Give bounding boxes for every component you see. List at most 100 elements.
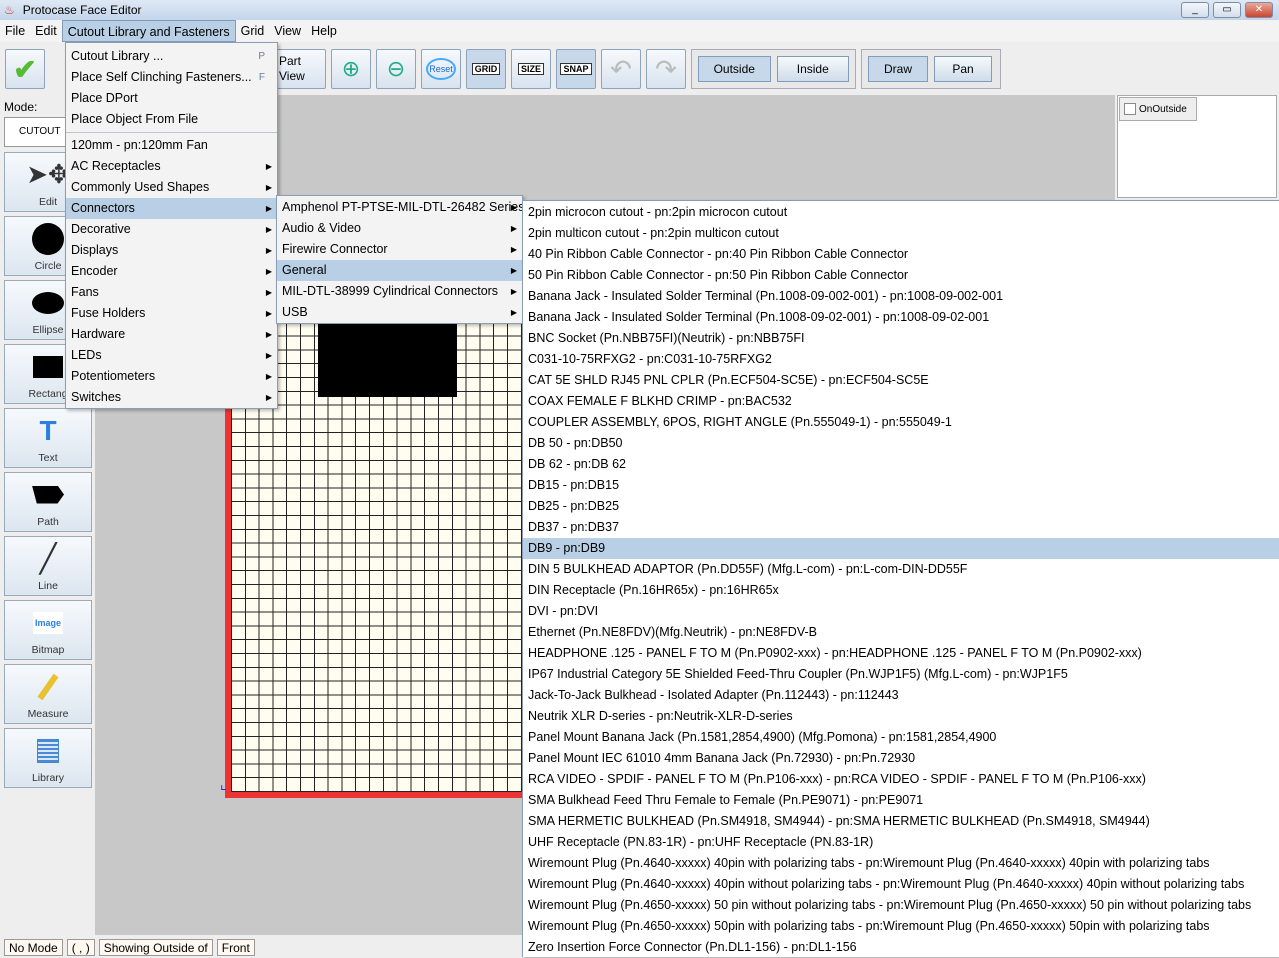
menu-item[interactable]: Hardware ▶: [66, 324, 277, 345]
menu-item[interactable]: Displays ▶: [66, 240, 277, 261]
menu-item[interactable]: Banana Jack - Insulated Solder Terminal …: [523, 307, 1279, 328]
menu-item[interactable]: Panel Mount Banana Jack (Pn.1581,2854,49…: [523, 727, 1279, 748]
menu-item[interactable]: Encoder ▶: [66, 261, 277, 282]
menu-item[interactable]: SMA Bulkhead Feed Thru Female to Female …: [523, 790, 1279, 811]
menu-item[interactable]: Wiremount Plug (Pn.4650-xxxxx) 50pin wit…: [523, 916, 1279, 937]
rectangle-cutout-shape[interactable]: [318, 323, 457, 397]
menu-help[interactable]: Help: [306, 20, 342, 42]
menu-cutout-library[interactable]: Cutout Library and Fasteners: [61, 20, 236, 42]
menu-item[interactable]: HEADPHONE .125 - PANEL F TO M (Pn.P0902-…: [523, 643, 1279, 664]
close-button[interactable]: ✕: [1245, 2, 1273, 18]
tool-bitmap[interactable]: Image Bitmap: [4, 600, 92, 660]
pan-button[interactable]: Pan: [934, 56, 992, 82]
menu-item-label: 50 Pin Ribbon Cable Connector - pn:50 Pi…: [528, 268, 909, 282]
onoutside-checkbox[interactable]: OnOutside: [1119, 97, 1197, 121]
menu-item[interactable]: MIL-DTL-38999 Cylindrical Connectors ▶: [277, 281, 522, 302]
zoom-in-button[interactable]: ⊕: [331, 49, 371, 89]
menu-item[interactable]: Fuse Holders ▶: [66, 303, 277, 324]
menu-file[interactable]: File: [0, 20, 30, 42]
menu-item[interactable]: COUPLER ASSEMBLY, 6POS, RIGHT ANGLE (Pn.…: [523, 412, 1279, 433]
menu-item[interactable]: Audio & Video ▶: [277, 218, 522, 239]
menu-item[interactable]: Fans ▶: [66, 282, 277, 303]
menu-item[interactable]: DB9 - pn:DB9: [523, 538, 1279, 559]
menu-item[interactable]: Place Self Clinching Fasteners... F: [66, 67, 277, 88]
menu-item[interactable]: Amphenol PT-PTSE-MIL-DTL-26482 Series ▶: [277, 197, 524, 218]
menu-item-label: Commonly Used Shapes: [71, 180, 210, 194]
menu-item-label: 2pin multicon cutout - pn:2pin multicon …: [528, 226, 779, 240]
menu-item-label: DB37 - pn:DB37: [528, 520, 620, 534]
menu-item[interactable]: DB 62 - pn:DB 62: [523, 454, 1279, 475]
minimize-button[interactable]: _: [1181, 2, 1209, 18]
part-view-button[interactable]: Part View: [276, 49, 326, 89]
menu-item[interactable]: DIN 5 BULKHEAD ADAPTOR (Pn.DD55F) (Mfg.L…: [523, 559, 1279, 580]
menu-item[interactable]: 120mm - pn:120mm Fan: [66, 135, 277, 156]
menu-item[interactable]: IP67 Industrial Category 5E Shielded Fee…: [523, 664, 1279, 685]
tool-measure[interactable]: Measure: [4, 664, 92, 724]
menu-item[interactable]: COAX FEMALE F BLKHD CRIMP - pn:BAC532: [523, 391, 1279, 412]
menu-item[interactable]: DB25 - pn:DB25: [523, 496, 1279, 517]
menu-item[interactable]: General ▶: [277, 260, 522, 281]
menu-item[interactable]: 40 Pin Ribbon Cable Connector - pn:40 Pi…: [523, 244, 1279, 265]
zoom-out-button[interactable]: ⊖: [376, 49, 416, 89]
menu-item[interactable]: BNC Socket (Pn.NBB75FI)(Neutrik) - pn:NB…: [523, 328, 1279, 349]
menu-item[interactable]: Cutout Library ... P: [66, 46, 277, 67]
menu-item[interactable]: Place Object From File: [66, 109, 277, 130]
menu-item[interactable]: C031-10-75RFXG2 - pn:C031-10-75RFXG2: [523, 349, 1279, 370]
menu-item-label: Audio & Video: [282, 221, 361, 235]
menu-item[interactable]: Zero Insertion Force Connector (Pn.DL1-1…: [523, 937, 1279, 958]
menu-item-label: COUPLER ASSEMBLY, 6POS, RIGHT ANGLE (Pn.…: [528, 415, 952, 429]
menu-item[interactable]: AC Receptacles ▶: [66, 156, 277, 177]
menu-item[interactable]: Panel Mount IEC 61010 4mm Banana Jack (P…: [523, 748, 1279, 769]
apply-button[interactable]: ✔: [5, 49, 45, 89]
menu-item[interactable]: Firewire Connector ▶: [277, 239, 522, 260]
menu-item[interactable]: Wiremount Plug (Pn.4650-xxxxx) 50 pin wi…: [523, 895, 1279, 916]
menu-item[interactable]: USB ▶: [277, 302, 522, 323]
menu-item[interactable]: 2pin multicon cutout - pn:2pin multicon …: [523, 223, 1279, 244]
status-mode: No Mode: [4, 939, 63, 956]
menu-item[interactable]: UHF Receptacle (PN.83-1R) - pn:UHF Recep…: [523, 832, 1279, 853]
menu-item[interactable]: DB15 - pn:DB15: [523, 475, 1279, 496]
menu-item[interactable]: SMA HERMETIC BULKHEAD (Pn.SM4918, SM4944…: [523, 811, 1279, 832]
menu-item[interactable]: Jack-To-Jack Bulkhead - Isolated Adapter…: [523, 685, 1279, 706]
menu-item[interactable]: 50 Pin Ribbon Cable Connector - pn:50 Pi…: [523, 265, 1279, 286]
zoom-reset-button[interactable]: Reset: [421, 49, 461, 89]
tool-line[interactable]: ╱ Line: [4, 536, 92, 596]
menu-item[interactable]: RCA VIDEO - SPDIF - PANEL F TO M (Pn.P10…: [523, 769, 1279, 790]
undo-button[interactable]: ↶: [601, 49, 641, 89]
menu-item[interactable]: Place DPort: [66, 88, 277, 109]
submenu-arrow-icon: ▶: [265, 351, 272, 360]
menu-item[interactable]: 2pin microcon cutout - pn:2pin microcon …: [523, 202, 1279, 223]
tool-path[interactable]: Path: [4, 472, 92, 532]
menu-item[interactable]: LEDs ▶: [66, 345, 277, 366]
general-connectors-submenu: 2pin microcon cutout - pn:2pin microcon …: [522, 200, 1279, 957]
menu-item[interactable]: Commonly Used Shapes ▶: [66, 177, 277, 198]
menu-item[interactable]: Wiremount Plug (Pn.4640-xxxxx) 40pin wit…: [523, 874, 1279, 895]
menu-item[interactable]: Switches ▶: [66, 387, 277, 408]
snap-toggle-button[interactable]: SNAP: [556, 49, 596, 89]
menu-item[interactable]: Connectors ▶: [66, 198, 277, 219]
menu-item[interactable]: Wiremount Plug (Pn.4640-xxxxx) 40pin wit…: [523, 853, 1279, 874]
menu-item[interactable]: Decorative ▶: [66, 219, 277, 240]
maximize-button[interactable]: ▭: [1213, 2, 1241, 18]
grid-toggle-button[interactable]: GRID: [466, 49, 506, 89]
menu-item[interactable]: Neutrik XLR D-series - pn:Neutrik-XLR-D-…: [523, 706, 1279, 727]
menu-item[interactable]: DIN Receptacle (Pn.16HR65x) - pn:16HR65x: [523, 580, 1279, 601]
menu-item[interactable]: DVI - pn:DVI: [523, 601, 1279, 622]
inside-button[interactable]: Inside: [776, 56, 849, 82]
ellipse-icon: [32, 281, 64, 324]
size-button[interactable]: SIZE: [511, 49, 551, 89]
menu-item[interactable]: Potentiometers ▶: [66, 366, 277, 387]
menu-item[interactable]: DB 50 - pn:DB50: [523, 433, 1279, 454]
outside-button[interactable]: Outside: [698, 56, 771, 82]
menu-item[interactable]: DB37 - pn:DB37: [523, 517, 1279, 538]
menu-item[interactable]: Ethernet (Pn.NE8FDV)(Mfg.Neutrik) - pn:N…: [523, 622, 1279, 643]
menu-item[interactable]: Banana Jack - Insulated Solder Terminal …: [523, 286, 1279, 307]
tool-library[interactable]: Library: [4, 728, 92, 788]
menu-item[interactable]: CAT 5E SHLD RJ45 PNL CPLR (Pn.ECF504-SC5…: [523, 370, 1279, 391]
menu-view[interactable]: View: [269, 20, 306, 42]
redo-button[interactable]: ↷: [646, 49, 686, 89]
menu-grid[interactable]: Grid: [236, 20, 270, 42]
menu-edit[interactable]: Edit: [30, 20, 62, 42]
draw-button[interactable]: Draw: [868, 56, 928, 82]
tool-text[interactable]: T Text: [4, 408, 92, 468]
